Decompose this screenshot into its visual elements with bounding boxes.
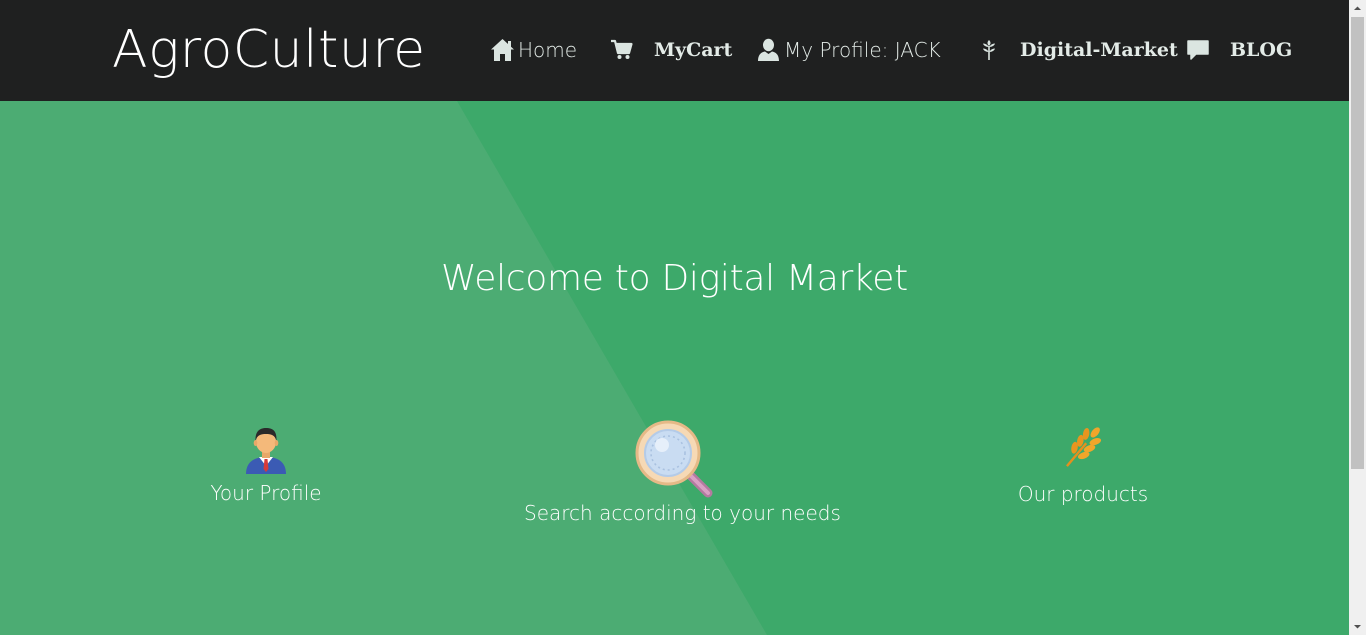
scrollbar-thumb[interactable] <box>1351 17 1364 469</box>
hero-title: Welcome to Digital Market <box>441 258 908 299</box>
scroll-up-arrow-icon[interactable] <box>1349 0 1366 17</box>
nav-profile[interactable]: My Profile: JACK <box>757 30 941 70</box>
site-logo[interactable]: AgroCulture <box>112 16 426 84</box>
businessman-icon <box>166 422 366 474</box>
user-icon <box>757 38 780 62</box>
wheat-icon <box>983 422 1183 472</box>
feature-search[interactable]: Search according to your needs <box>524 417 841 526</box>
feature-our-products[interactable]: Our products <box>983 422 1183 507</box>
nav-blog[interactable]: BLOG <box>1186 30 1292 70</box>
cart-icon <box>610 39 633 61</box>
feature-search-label: Search according to your needs <box>524 501 841 525</box>
nav-cart[interactable]: MyCart <box>610 30 732 70</box>
nav-home[interactable]: Home <box>490 30 577 70</box>
hero-background <box>0 101 1349 635</box>
nav-digital-market-label: Digital-Market <box>1020 39 1178 61</box>
feature-our-products-label: Our products <box>1017 482 1149 506</box>
nav-profile-label: My Profile: JACK <box>784 38 941 62</box>
magnifier-icon <box>524 417 824 499</box>
home-icon <box>490 38 515 62</box>
nav-home-label: Home <box>518 38 578 62</box>
page: AgroCulture Home MyCart My Profile: JACK… <box>0 0 1349 635</box>
nav-digital-market[interactable]: Digital-Market <box>980 30 1178 70</box>
nav-cart-label: MyCart <box>654 39 733 61</box>
comment-icon <box>1186 39 1210 61</box>
scroll-down-arrow-icon[interactable] <box>1349 618 1366 635</box>
feature-your-profile[interactable]: Your Profile <box>166 422 366 506</box>
top-navbar: AgroCulture Home MyCart My Profile: JACK… <box>0 0 1349 101</box>
feature-your-profile-label: Your Profile <box>210 481 322 505</box>
vertical-scrollbar[interactable] <box>1349 0 1366 635</box>
hero-section: Welcome to Digital Market Your Profile S… <box>0 101 1349 635</box>
nav-blog-label: BLOG <box>1230 39 1293 61</box>
grain-icon <box>980 38 998 62</box>
